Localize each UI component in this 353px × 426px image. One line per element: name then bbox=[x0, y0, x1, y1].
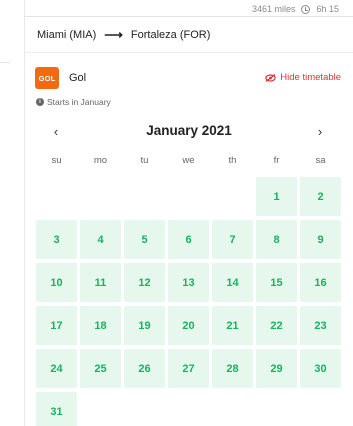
calendar-day[interactable]: 19 bbox=[124, 306, 165, 345]
left-panel-edge bbox=[0, 0, 24, 426]
duration-text: 6h 15 bbox=[316, 4, 339, 14]
clock-icon bbox=[301, 4, 311, 14]
calendar-day[interactable]: 5 bbox=[124, 220, 165, 259]
calendar-day[interactable]: 3 bbox=[36, 220, 77, 259]
calendar-day[interactable]: 26 bbox=[124, 349, 165, 388]
divider bbox=[25, 52, 353, 53]
starts-text: Starts in January bbox=[47, 97, 111, 107]
calendar-day[interactable]: 7 bbox=[212, 220, 253, 259]
weekday-label: mo bbox=[93, 155, 108, 166]
weekday-label: su bbox=[51, 155, 62, 166]
weekday-label: sa bbox=[315, 155, 326, 166]
empty-cell bbox=[168, 177, 209, 216]
calendar-day[interactable]: 14 bbox=[212, 263, 253, 302]
starts-note: i Starts in January bbox=[36, 97, 111, 107]
calendar-day[interactable]: 1 bbox=[256, 177, 297, 216]
calendar-day[interactable]: 20 bbox=[168, 306, 209, 345]
calendar-day[interactable]: 8 bbox=[256, 220, 297, 259]
empty-cell bbox=[80, 177, 121, 216]
calendar-day[interactable]: 9 bbox=[300, 220, 341, 259]
calendar-header: ‹ January 2021 › bbox=[25, 121, 353, 141]
calendar-day[interactable]: 12 bbox=[124, 263, 165, 302]
calendar-day[interactable]: 24 bbox=[36, 349, 77, 388]
route-header: Miami (MIA) ⟶ Fortaleza (FOR) bbox=[37, 27, 210, 43]
calendar-day[interactable]: 28 bbox=[212, 349, 253, 388]
timetable-card: Miami (MIA) ⟶ Fortaleza (FOR) GOL Gol Hi… bbox=[25, 16, 353, 426]
empty-cell bbox=[124, 177, 165, 216]
eye-off-icon bbox=[265, 73, 276, 82]
weekday-label: tu bbox=[140, 155, 149, 166]
airline-name: Gol bbox=[69, 72, 87, 84]
calendar-day[interactable]: 18 bbox=[80, 306, 121, 345]
calendar-day[interactable]: 2 bbox=[300, 177, 341, 216]
weekday-header: su mo tu we th fr sa bbox=[36, 155, 344, 166]
weekday-label: fr bbox=[273, 155, 280, 166]
calendar-day[interactable]: 16 bbox=[300, 263, 341, 302]
calendar-day[interactable]: 29 bbox=[256, 349, 297, 388]
calendar-day[interactable]: 17 bbox=[36, 306, 77, 345]
calendar-day[interactable]: 13 bbox=[168, 263, 209, 302]
left-divider-tick bbox=[0, 62, 10, 63]
empty-cell bbox=[36, 177, 77, 216]
weekday-label: we bbox=[182, 155, 195, 166]
info-icon: i bbox=[36, 98, 44, 106]
destination-airport: Fortaleza (FOR) bbox=[130, 29, 211, 41]
calendar-day[interactable]: 15 bbox=[256, 263, 297, 302]
hide-timetable-label: Hide timetable bbox=[280, 72, 341, 83]
weekday-label: th bbox=[228, 155, 237, 166]
chevron-right-icon[interactable]: › bbox=[312, 122, 328, 140]
flight-meta: 3461 miles 6h 15 bbox=[252, 4, 339, 14]
flight-summary-bar: 3461 miles 6h 15 bbox=[25, 0, 353, 16]
calendar-day[interactable]: 31 bbox=[36, 392, 77, 426]
airline-logo: GOL bbox=[35, 67, 59, 89]
origin-airport: Miami (MIA) bbox=[37, 29, 97, 41]
calendar-day[interactable]: 10 bbox=[36, 263, 77, 302]
calendar-day[interactable]: 23 bbox=[300, 306, 341, 345]
calendar-day[interactable]: 21 bbox=[212, 306, 253, 345]
calendar-grid: 1 2 3 4 5 6 7 8 9 10 11 12 13 14 15 16 17 18 19 20 21 22 23 24 2… bbox=[36, 177, 344, 426]
empty-cell bbox=[212, 177, 253, 216]
calendar-day[interactable]: 11 bbox=[80, 263, 121, 302]
month-title: January 2021 bbox=[146, 123, 232, 138]
airline-row: GOL Gol Hide timetable bbox=[35, 67, 343, 91]
calendar-day[interactable]: 30 bbox=[300, 349, 341, 388]
hide-timetable-button[interactable]: Hide timetable bbox=[265, 72, 341, 83]
distance-text: 3461 miles bbox=[251, 4, 296, 14]
route-arrow-icon: ⟶ bbox=[104, 27, 123, 42]
calendar-day[interactable]: 4 bbox=[80, 220, 121, 259]
calendar-day[interactable]: 27 bbox=[168, 349, 209, 388]
calendar-day[interactable]: 6 bbox=[168, 220, 209, 259]
calendar-day[interactable]: 22 bbox=[256, 306, 297, 345]
calendar-day[interactable]: 25 bbox=[80, 349, 121, 388]
